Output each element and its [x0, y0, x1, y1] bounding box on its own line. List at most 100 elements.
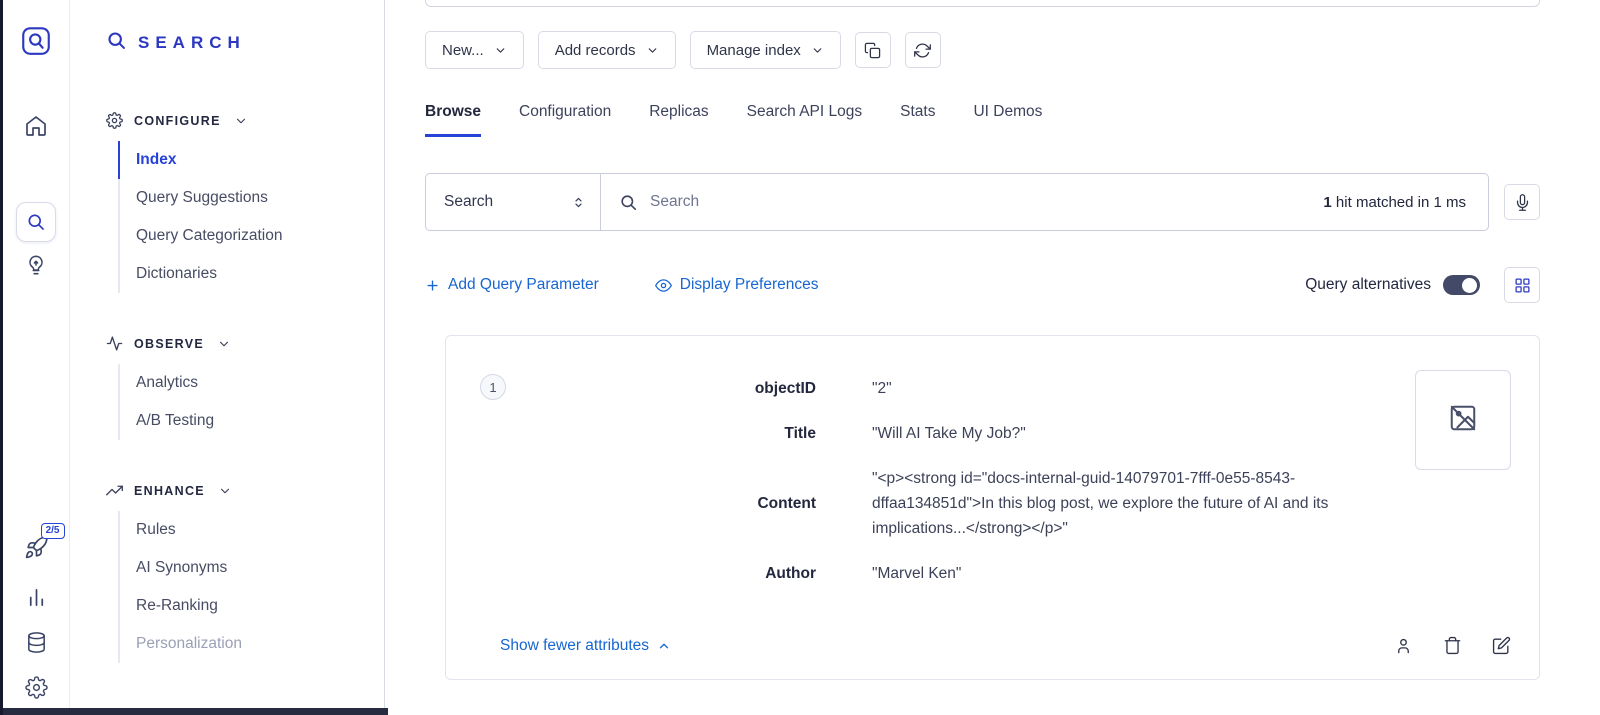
- field-key: Title: [506, 425, 816, 443]
- search-bar: Search 1 hit matched in 1 ms: [425, 173, 1489, 231]
- hit-body: 1 objectID "2" Title "Will AI Take My Jo…: [480, 366, 1511, 596]
- refresh-icon: [914, 42, 931, 59]
- section-observe[interactable]: OBSERVE: [106, 335, 384, 352]
- search-input[interactable]: [650, 193, 1323, 211]
- section-configure[interactable]: CONFIGURE: [106, 112, 384, 129]
- tab-stats[interactable]: Stats: [900, 103, 935, 137]
- sidebar-item-query-categorization[interactable]: Query Categorization: [118, 217, 384, 255]
- sidebar-item-query-suggestions[interactable]: Query Suggestions: [118, 179, 384, 217]
- index-tabs: Browse Configuration Replicas Search API…: [425, 103, 1540, 137]
- field-row-objectid: objectID "2": [506, 366, 1392, 411]
- add-records-label: Add records: [555, 42, 636, 59]
- enhance-items: Rules AI Synonyms Re-Ranking Personaliza…: [118, 511, 384, 663]
- manage-index-label: Manage index: [707, 42, 801, 59]
- refresh-button[interactable]: [905, 32, 941, 68]
- add-query-parameter-label: Add Query Parameter: [448, 276, 599, 294]
- field-key: Content: [506, 495, 816, 513]
- home-icon[interactable]: [24, 114, 48, 138]
- tab-configuration[interactable]: Configuration: [519, 103, 611, 137]
- query-options-row: Add Query Parameter Display Preferences …: [425, 267, 1540, 303]
- query-alternatives-toggle[interactable]: [1443, 275, 1480, 295]
- section-label: CONFIGURE: [134, 114, 221, 128]
- eye-icon: [655, 277, 672, 294]
- tab-browse[interactable]: Browse: [425, 103, 481, 137]
- grid-icon: [1514, 277, 1531, 294]
- chevron-up-icon: [657, 639, 671, 653]
- microphone-icon: [1514, 194, 1531, 211]
- copy-button[interactable]: [855, 32, 891, 68]
- main-content: New... Add records Manage index: [385, 0, 1600, 715]
- new-button-label: New...: [442, 42, 484, 59]
- field-key: objectID: [506, 380, 816, 398]
- tab-ui-demos[interactable]: UI Demos: [973, 103, 1042, 137]
- edit-pencil-icon[interactable]: [1492, 636, 1511, 655]
- chevron-down-icon: [811, 44, 824, 57]
- user-icon[interactable]: [1394, 636, 1413, 655]
- field-value: "Will AI Take My Job?": [872, 421, 1026, 446]
- show-fewer-attributes-link[interactable]: Show fewer attributes: [500, 637, 671, 655]
- hit-number-badge: 1: [480, 374, 506, 400]
- analytics-bar-chart-icon[interactable]: [25, 586, 48, 609]
- sidebar-item-index[interactable]: Index: [118, 141, 384, 179]
- layout-grid-button[interactable]: [1504, 267, 1540, 303]
- display-preferences-label: Display Preferences: [680, 276, 819, 294]
- sidebar-item-dictionaries[interactable]: Dictionaries: [118, 255, 384, 293]
- chevron-down-icon: [494, 44, 507, 57]
- search-row: Search 1 hit matched in 1 ms: [425, 173, 1540, 231]
- search-icon: [106, 30, 127, 56]
- configure-items: Index Query Suggestions Query Categoriza…: [118, 141, 384, 293]
- gear-icon: [106, 112, 123, 129]
- delete-trash-icon[interactable]: [1443, 636, 1462, 655]
- tab-replicas[interactable]: Replicas: [649, 103, 708, 137]
- missing-image-placeholder[interactable]: [1415, 370, 1511, 470]
- sidebar-item-re-ranking[interactable]: Re-Ranking: [118, 587, 384, 625]
- database-icon[interactable]: [25, 631, 48, 654]
- algolia-logo-icon[interactable]: [21, 26, 51, 56]
- product-title: SEARCH: [138, 33, 246, 53]
- hits-summary: 1 hit matched in 1 ms: [1323, 194, 1488, 211]
- sidebar-item-analytics[interactable]: Analytics: [118, 364, 384, 402]
- field-row-title: Title "Will AI Take My Job?": [506, 411, 1392, 456]
- sidebar-item-ai-synonyms[interactable]: AI Synonyms: [118, 549, 384, 587]
- manage-index-dropdown-button[interactable]: Manage index: [690, 31, 841, 69]
- search-scope-label: Search: [444, 193, 493, 211]
- scrolled-header-edge: [425, 0, 1540, 7]
- field-value: "Marvel Ken": [872, 561, 961, 586]
- hit-card: 1 objectID "2" Title "Will AI Take My Jo…: [445, 335, 1540, 680]
- hits-text: hit matched in 1 ms: [1332, 194, 1466, 211]
- tab-search-api-logs[interactable]: Search API Logs: [747, 103, 862, 137]
- chevron-down-icon: [234, 114, 248, 128]
- field-key: Author: [506, 565, 816, 583]
- search-product-icon[interactable]: [16, 202, 56, 242]
- hit-footer: Show fewer attributes: [480, 636, 1511, 655]
- sidebar-item-ab-testing[interactable]: A/B Testing: [118, 402, 384, 440]
- sidebar-item-personalization[interactable]: Personalization: [118, 625, 384, 663]
- chevron-down-icon: [646, 44, 659, 57]
- recommend-lightbulb-icon[interactable]: [25, 254, 47, 276]
- field-row-author: Author "Marvel Ken": [506, 551, 1392, 596]
- display-preferences-link[interactable]: Display Preferences: [655, 276, 819, 294]
- add-query-parameter-link[interactable]: Add Query Parameter: [425, 276, 599, 294]
- sidebar-item-rules[interactable]: Rules: [118, 511, 384, 549]
- trending-up-icon: [106, 482, 123, 499]
- search-icon: [619, 193, 638, 212]
- show-fewer-label: Show fewer attributes: [500, 637, 649, 655]
- image-off-icon: [1448, 403, 1478, 438]
- observe-items: Analytics A/B Testing: [118, 364, 384, 440]
- query-alternatives-label: Query alternatives: [1305, 276, 1431, 294]
- section-label: OBSERVE: [134, 337, 204, 351]
- new-dropdown-button[interactable]: New...: [425, 31, 524, 69]
- section-enhance[interactable]: ENHANCE: [106, 482, 384, 499]
- field-value: "2": [872, 376, 892, 401]
- voice-search-button[interactable]: [1504, 184, 1540, 220]
- product-brand: SEARCH: [106, 30, 384, 56]
- plus-icon: [425, 278, 440, 293]
- hit-actions: [1394, 636, 1511, 655]
- add-records-dropdown-button[interactable]: Add records: [538, 31, 676, 69]
- search-scope-selector[interactable]: Search: [426, 174, 601, 230]
- settings-gear-icon[interactable]: [25, 676, 48, 699]
- sidebar: SEARCH CONFIGURE Index Query Suggestions…: [70, 0, 385, 715]
- app-window: 2/5 SEARCH CONFIGURE: [0, 0, 1600, 715]
- section-label: ENHANCE: [134, 484, 205, 498]
- chevron-down-icon: [218, 484, 232, 498]
